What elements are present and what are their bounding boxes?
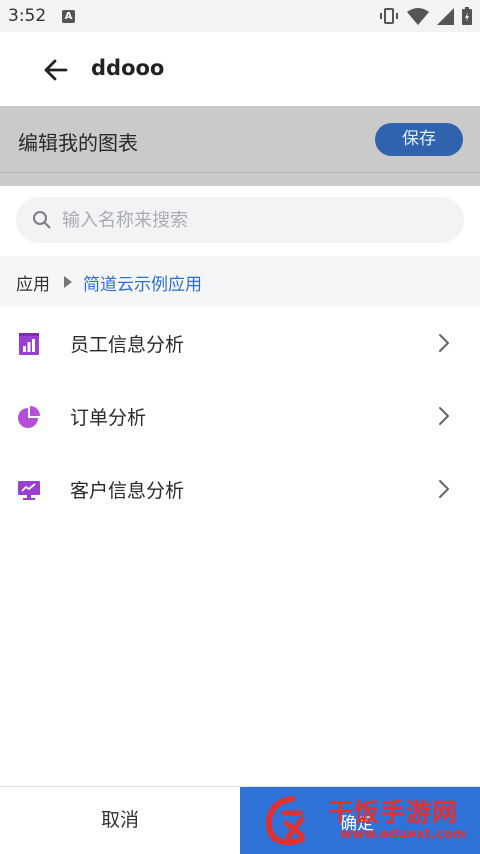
watermark-url: www.eduext.com bbox=[340, 827, 467, 842]
chevron-right-icon bbox=[439, 480, 449, 498]
bar-chart-icon bbox=[19, 333, 39, 355]
search-input[interactable] bbox=[62, 197, 442, 243]
list-item-customer-analysis[interactable]: 客户信息分析 bbox=[0, 454, 480, 524]
list-item-label: 客户信息分析 bbox=[70, 480, 185, 502]
arrow-left-icon bbox=[44, 59, 68, 81]
caret-right-icon bbox=[64, 276, 72, 288]
app-title: ddooo bbox=[91, 56, 165, 80]
back-button[interactable] bbox=[40, 54, 72, 86]
watermark-logo bbox=[266, 796, 305, 846]
signal-icon bbox=[437, 7, 454, 25]
status-time: 3:52 bbox=[8, 6, 47, 26]
app-bar: ddooo bbox=[0, 32, 480, 106]
wifi-icon bbox=[407, 7, 429, 25]
list-item-label: 订单分析 bbox=[70, 407, 147, 429]
chevron-right-icon bbox=[439, 334, 449, 352]
breadcrumb: 应用 简道云示例应用 bbox=[0, 256, 480, 306]
chevron-right-icon bbox=[439, 407, 449, 425]
status-icons bbox=[379, 7, 472, 25]
battery-icon bbox=[462, 7, 472, 25]
divider bbox=[0, 172, 480, 173]
breadcrumb-current[interactable]: 简道云示例应用 bbox=[83, 270, 202, 295]
list-item-label: 员工信息分析 bbox=[70, 334, 185, 356]
search-box[interactable] bbox=[16, 197, 464, 243]
cancel-button[interactable]: 取消 bbox=[0, 787, 240, 854]
watermark-title: 干饭手游网 bbox=[328, 798, 459, 827]
list-item-order-analysis[interactable]: 订单分析 bbox=[0, 381, 480, 451]
vibrate-icon bbox=[380, 8, 398, 24]
pie-chart-icon bbox=[18, 406, 40, 428]
list-item-employee-analysis[interactable]: 员工信息分析 bbox=[0, 308, 480, 378]
breadcrumb-root[interactable]: 应用 bbox=[16, 270, 50, 295]
edit-chart-title: 编辑我的图表 bbox=[18, 131, 138, 155]
search-icon bbox=[33, 211, 51, 229]
notification-a-icon: A bbox=[62, 10, 75, 23]
confirm-button[interactable]: 确定 干饭手游网 www.eduext.com bbox=[240, 787, 480, 854]
status-bar: 3:52 A bbox=[0, 0, 480, 32]
save-button[interactable]: 保存 bbox=[375, 123, 463, 156]
edit-chart-header: 编辑我的图表 保存 bbox=[0, 106, 480, 186]
bottom-action-bar: 取消 确定 干饭手游网 www.eduext.com bbox=[0, 786, 480, 854]
monitor-chart-icon bbox=[18, 481, 40, 500]
